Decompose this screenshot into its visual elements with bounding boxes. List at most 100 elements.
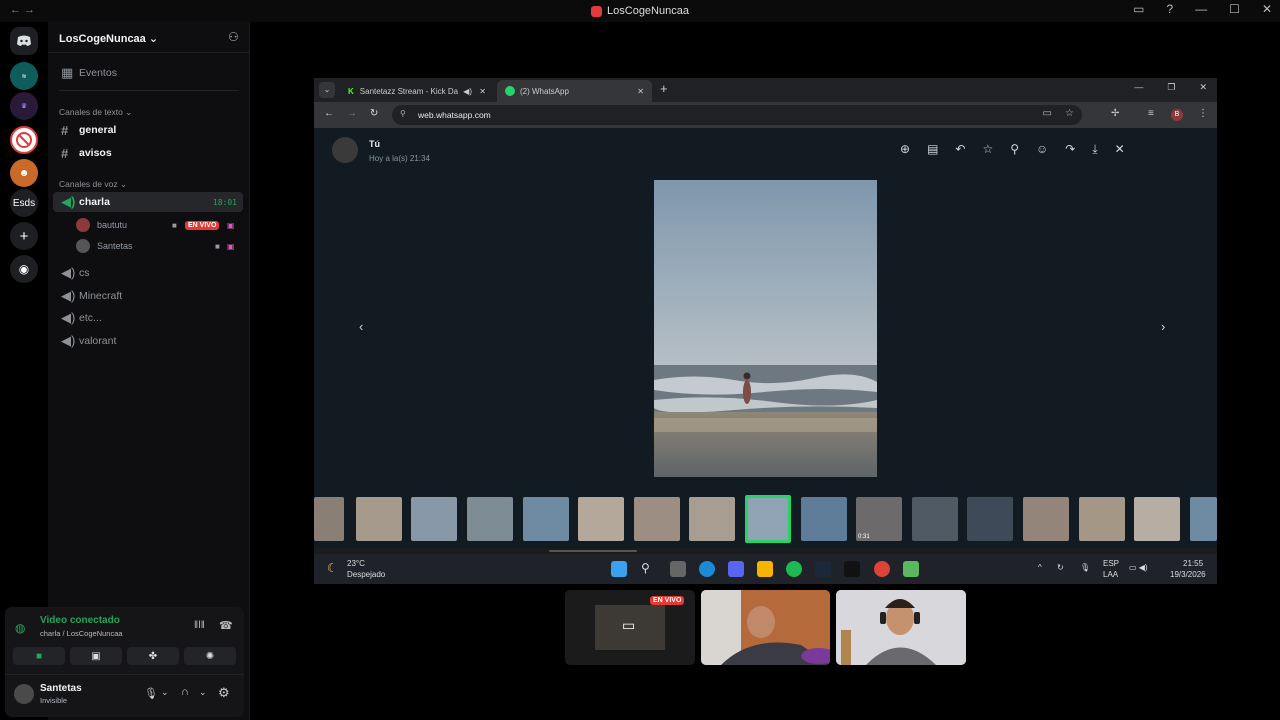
add-server-icon[interactable]: + [10, 222, 38, 250]
clock-time[interactable]: 21:55 [1183, 559, 1203, 568]
inbox-icon[interactable]: ▭ [1133, 2, 1144, 16]
chevron-down-icon[interactable]: ⌄ [199, 687, 207, 698]
minimize-icon[interactable]: — [1195, 2, 1207, 16]
settings-gear-icon[interactable]: ⚙ [218, 685, 230, 701]
windows-start-icon[interactable] [611, 561, 627, 577]
edge-icon[interactable] [699, 561, 715, 577]
extensions-icon[interactable]: ✢ [1111, 108, 1119, 119]
activities-button[interactable]: ✤ [127, 647, 179, 665]
voice-user-baututu[interactable]: baututu ■ EN VIVO ▣ [76, 216, 241, 234]
tab-kick[interactable]: K Santetazz Stream - Kick Da ◀) ✕ [340, 80, 492, 102]
thumbnail-selected[interactable] [745, 495, 791, 543]
screen-share-button[interactable]: ▣ [70, 647, 122, 665]
voice-channel-valorant[interactable]: ◀) valorant [53, 331, 243, 351]
back-forward-arrows-icon[interactable]: ← → [10, 4, 35, 16]
layout-indicator[interactable]: LAA [1103, 570, 1118, 579]
forward-icon[interactable]: → [347, 108, 357, 119]
download-icon[interactable]: ⤓ [1092, 142, 1097, 157]
steam-icon[interactable] [815, 561, 831, 577]
previous-media-icon[interactable]: ‹ [359, 319, 363, 334]
discord-taskbar-icon[interactable] [728, 561, 744, 577]
voice-user-santetas[interactable]: Santetas ■ ▣ [76, 237, 241, 255]
soundboard-button[interactable]: ✺ [184, 647, 236, 665]
close-viewer-icon[interactable]: ✕ [1115, 142, 1125, 157]
app-icon[interactable] [903, 561, 919, 577]
thumbnail[interactable] [467, 497, 513, 541]
site-info-icon[interactable]: ⚲ [400, 109, 406, 118]
star-icon[interactable]: ☆ [982, 142, 993, 157]
next-media-icon[interactable]: › [1161, 319, 1165, 334]
react-emoji-icon[interactable]: ☺ [1036, 142, 1048, 157]
sync-icon[interactable]: ↻ [1057, 563, 1064, 572]
voice-category[interactable]: Canales de voz ⌄ [59, 179, 127, 190]
thumbnail[interactable] [1079, 497, 1125, 541]
webcam-tile-1[interactable] [701, 590, 830, 665]
tab-close-icon[interactable]: ✕ [637, 87, 644, 96]
tiktok-icon[interactable] [844, 561, 860, 577]
headphones-icon[interactable]: ∩ [181, 686, 189, 698]
file-explorer-icon[interactable] [757, 561, 773, 577]
minimize-icon[interactable]: — [1134, 82, 1143, 93]
microphone-icon[interactable]: 🎙 [144, 687, 158, 700]
zoom-icon[interactable]: ⊕ [900, 142, 910, 157]
back-icon[interactable]: ← [324, 108, 334, 119]
kebab-menu-icon[interactable]: ⋮ [1198, 108, 1208, 119]
media-control-icon[interactable]: ≡ [1148, 108, 1154, 119]
voice-channel-charla[interactable]: ◀) charla 18:01 [53, 192, 243, 212]
close-icon[interactable]: ✕ [1262, 2, 1272, 16]
spotify-icon[interactable] [786, 561, 802, 577]
thumbnail[interactable] [1134, 497, 1180, 541]
chrome-icon[interactable] [874, 561, 890, 577]
thumbnail[interactable] [356, 497, 402, 541]
reply-icon[interactable]: ↶ [955, 142, 965, 157]
server-icon-1[interactable]: ≋ [10, 62, 38, 90]
add-user-icon[interactable]: ⚇ [228, 30, 239, 44]
tray-chevron-icon[interactable]: ^ [1038, 563, 1042, 572]
tab-search-icon[interactable]: ⌄ [319, 82, 335, 98]
lang-indicator[interactable]: ESP [1103, 559, 1119, 568]
thumbnail[interactable] [634, 497, 680, 541]
pin-icon[interactable]: ⚲ [1010, 142, 1019, 157]
tab-close-icon[interactable]: ✕ [479, 87, 486, 96]
thumbnail[interactable] [801, 497, 847, 541]
restore-icon[interactable]: ❐ [1167, 82, 1175, 93]
network-volume-icon[interactable]: ▭ ◀) [1129, 563, 1148, 572]
mic-tray-icon[interactable]: 🎙 [1080, 563, 1090, 572]
thumbnail[interactable] [967, 497, 1013, 541]
forward-icon[interactable]: ↷ [1065, 142, 1075, 157]
stream-preview-tile[interactable]: ▭ EN VIVO [565, 590, 695, 665]
thumbnail[interactable] [1023, 497, 1069, 541]
omnibox[interactable]: ⚲ web.whatsapp.com ▭ ☆ [392, 105, 1082, 125]
camera-button[interactable]: ■ [13, 647, 65, 665]
discord-home-icon[interactable] [10, 27, 38, 55]
task-view-icon[interactable] [670, 561, 686, 577]
events-item[interactable]: ▦ Eventos [53, 63, 243, 83]
server-icon-3[interactable]: ☻ [10, 159, 38, 187]
strip-scrollbar[interactable] [549, 550, 637, 552]
thumbnail[interactable] [578, 497, 624, 541]
channel-avisos[interactable]: # avisos [53, 143, 243, 163]
thumbnail[interactable] [314, 497, 344, 541]
install-app-icon[interactable]: ▭ [1043, 108, 1052, 119]
explore-icon[interactable]: ◉ [10, 255, 38, 283]
maximize-icon[interactable]: ☐ [1229, 2, 1240, 16]
channel-general[interactable]: # general [53, 120, 243, 140]
webcam-tile-2[interactable] [836, 590, 966, 665]
new-tab-icon[interactable]: + [660, 81, 668, 96]
clock-date[interactable]: 19/3/2026 [1170, 570, 1206, 579]
bookmark-star-icon[interactable]: ☆ [1065, 108, 1074, 119]
disconnect-icon[interactable]: ☎ [219, 619, 233, 632]
video-thumbnail[interactable]: 0:31 [856, 497, 902, 541]
voice-location[interactable]: charla / LosCogeNuncaa [40, 629, 123, 638]
text-category[interactable]: Canales de texto ⌄ [59, 107, 132, 118]
server-icon-2[interactable]: ♛ [10, 92, 38, 120]
thumbnail[interactable] [523, 497, 569, 541]
voice-channel-etc[interactable]: ◀) etc... [53, 308, 243, 328]
server-icon-loscogenuncaa[interactable] [10, 126, 38, 154]
soundboard-waves-icon[interactable]: ǁǀǁ [194, 620, 205, 631]
caption-icon[interactable]: ▤ [927, 142, 938, 157]
thumbnail[interactable] [411, 497, 457, 541]
thumbnail[interactable] [1190, 497, 1217, 541]
user-avatar[interactable] [14, 684, 34, 704]
server-icon-esds[interactable]: Esds [10, 189, 38, 217]
